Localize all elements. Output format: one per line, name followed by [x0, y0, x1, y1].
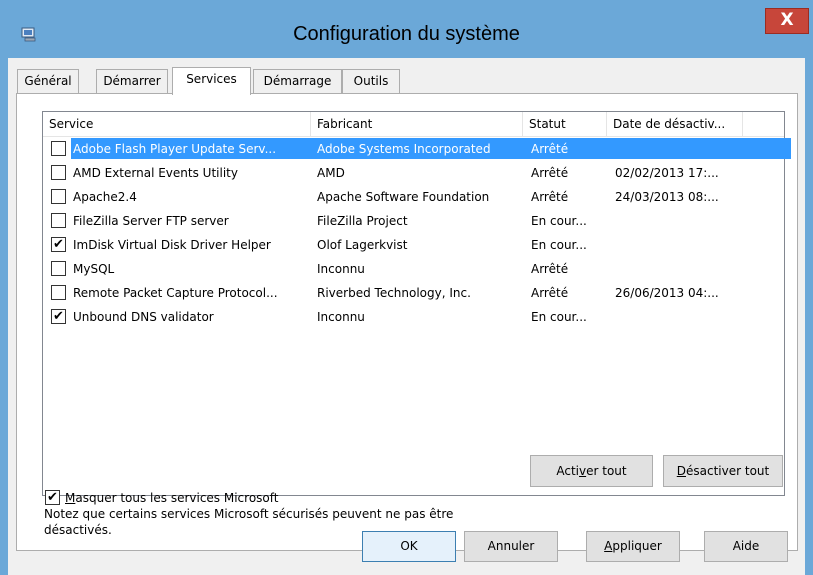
- service-checkbox[interactable]: [51, 189, 66, 204]
- service-checkbox[interactable]: [51, 213, 66, 228]
- column-header-date[interactable]: Date de désactiv...: [607, 112, 743, 136]
- service-disabled-date: [615, 305, 745, 329]
- tab-label: Général: [24, 74, 72, 88]
- tab-label: Outils: [353, 74, 389, 88]
- table-row[interactable]: AMD External Events Utility AMD Arrêté 0…: [43, 161, 784, 185]
- tab-demarrer[interactable]: Démarrer: [96, 69, 168, 93]
- button-label: ppliquer: [612, 539, 662, 553]
- service-checkbox[interactable]: [51, 261, 66, 276]
- service-manufacturer: Olof Lagerkvist: [317, 238, 408, 252]
- service-status: Arrêté: [531, 166, 569, 180]
- checkmark-icon: ✔: [47, 490, 58, 505]
- checkmark-icon: ✔: [53, 309, 64, 324]
- service-manufacturer: AMD: [317, 166, 345, 180]
- column-header-service[interactable]: Service: [43, 112, 311, 136]
- tab-services[interactable]: Services: [172, 67, 251, 95]
- service-disabled-date: 26/06/2013 04:...: [615, 286, 719, 300]
- service-manufacturer: FileZilla Project: [317, 214, 408, 228]
- service-status: En cour...: [531, 310, 587, 324]
- table-row[interactable]: FileZilla Server FTP server FileZilla Pr…: [43, 209, 784, 233]
- label-text: asquer tous les services Microsoft: [75, 491, 279, 505]
- service-checkbox[interactable]: [51, 141, 66, 156]
- service-manufacturer: Riverbed Technology, Inc.: [317, 286, 471, 300]
- system-configuration-window: Configuration du système X Général Démar…: [0, 0, 813, 575]
- dialog-client-area: Général Démarrer Services Démarrage Outi…: [8, 58, 805, 575]
- service-name: Remote Packet Capture Protocol...: [73, 286, 278, 300]
- services-list[interactable]: Service Fabricant Statut Date de désacti…: [42, 111, 791, 496]
- service-name: Unbound DNS validator: [73, 310, 214, 324]
- service-name: MySQL: [73, 262, 115, 276]
- service-checkbox[interactable]: [51, 165, 66, 180]
- service-checkbox-checked[interactable]: ✔: [51, 237, 66, 252]
- table-row[interactable]: ✔ Unbound DNS validator Inconnu En cour.…: [43, 305, 784, 329]
- button-accelerator: D: [676, 464, 687, 478]
- checkmark-icon: ✔: [53, 237, 64, 252]
- service-status: Arrêté: [531, 142, 569, 156]
- service-disabled-date: [615, 209, 745, 233]
- table-row[interactable]: Apache2.4 Apache Software Foundation Arr…: [43, 185, 784, 209]
- service-name: Adobe Flash Player Update Serv...: [73, 142, 277, 156]
- service-status: En cour...: [531, 238, 587, 252]
- service-manufacturer: Adobe Systems Incorporated: [317, 142, 491, 156]
- service-status: Arrêté: [531, 190, 569, 204]
- list-header: Service Fabricant Statut Date de désacti…: [43, 112, 784, 137]
- window-title: Configuration du système: [293, 23, 520, 45]
- column-header-fabricant[interactable]: Fabricant: [311, 112, 523, 136]
- tab-general[interactable]: Général: [17, 69, 79, 93]
- label-accelerator: M: [65, 491, 76, 505]
- disable-all-button[interactable]: Désactiver tout: [663, 455, 783, 487]
- button-label: ésactiver tout: [686, 464, 770, 478]
- service-status: Arrêté: [531, 286, 569, 300]
- service-status: Arrêté: [531, 262, 569, 276]
- service-name: FileZilla Server FTP server: [73, 214, 229, 228]
- service-manufacturer: Apache Software Foundation: [317, 190, 490, 204]
- hide-microsoft-services-label[interactable]: Masquer tous les services Microsoft: [65, 490, 278, 506]
- cancel-button[interactable]: Annuler: [464, 531, 558, 562]
- service-name: Apache2.4: [73, 190, 137, 204]
- button-label: er tout: [586, 464, 627, 478]
- service-disabled-date: [615, 257, 745, 281]
- service-disabled-date: [615, 233, 745, 257]
- service-disabled-date: [615, 137, 745, 161]
- title-bar[interactable]: Configuration du système X: [0, 0, 813, 58]
- apply-button[interactable]: Appliquer: [586, 531, 680, 562]
- tab-label: Démarrage: [263, 74, 332, 88]
- table-row[interactable]: Remote Packet Capture Protocol... Riverb…: [43, 281, 784, 305]
- service-name: AMD External Events Utility: [73, 166, 238, 180]
- service-disabled-date: 02/02/2013 17:...: [615, 166, 719, 180]
- table-row[interactable]: Adobe Flash Player Update Serv... Adobe …: [43, 137, 791, 161]
- table-row[interactable]: ✔ ImDisk Virtual Disk Driver Helper Olof…: [43, 233, 784, 257]
- button-label: Acti: [556, 464, 580, 478]
- hide-microsoft-services-checkbox[interactable]: ✔: [45, 490, 60, 505]
- service-name: ImDisk Virtual Disk Driver Helper: [73, 238, 271, 252]
- ok-button[interactable]: OK: [362, 531, 456, 562]
- service-manufacturer: Inconnu: [317, 310, 365, 324]
- service-manufacturer: Inconnu: [317, 262, 365, 276]
- service-disabled-date: 24/03/2013 08:...: [615, 190, 719, 204]
- help-button[interactable]: Aide: [704, 531, 788, 562]
- column-header-statut[interactable]: Statut: [523, 112, 607, 136]
- table-row[interactable]: MySQL Inconnu Arrêté: [43, 257, 784, 281]
- tab-label: Démarrer: [103, 74, 161, 88]
- service-status: En cour...: [531, 214, 587, 228]
- tab-demarrage[interactable]: Démarrage: [253, 69, 342, 93]
- close-button[interactable]: X: [765, 8, 809, 34]
- service-checkbox-checked[interactable]: ✔: [51, 309, 66, 324]
- service-checkbox[interactable]: [51, 285, 66, 300]
- enable-all-button[interactable]: Activer tout: [530, 455, 653, 487]
- tab-outils[interactable]: Outils: [342, 69, 400, 93]
- tab-label: Services: [186, 72, 237, 86]
